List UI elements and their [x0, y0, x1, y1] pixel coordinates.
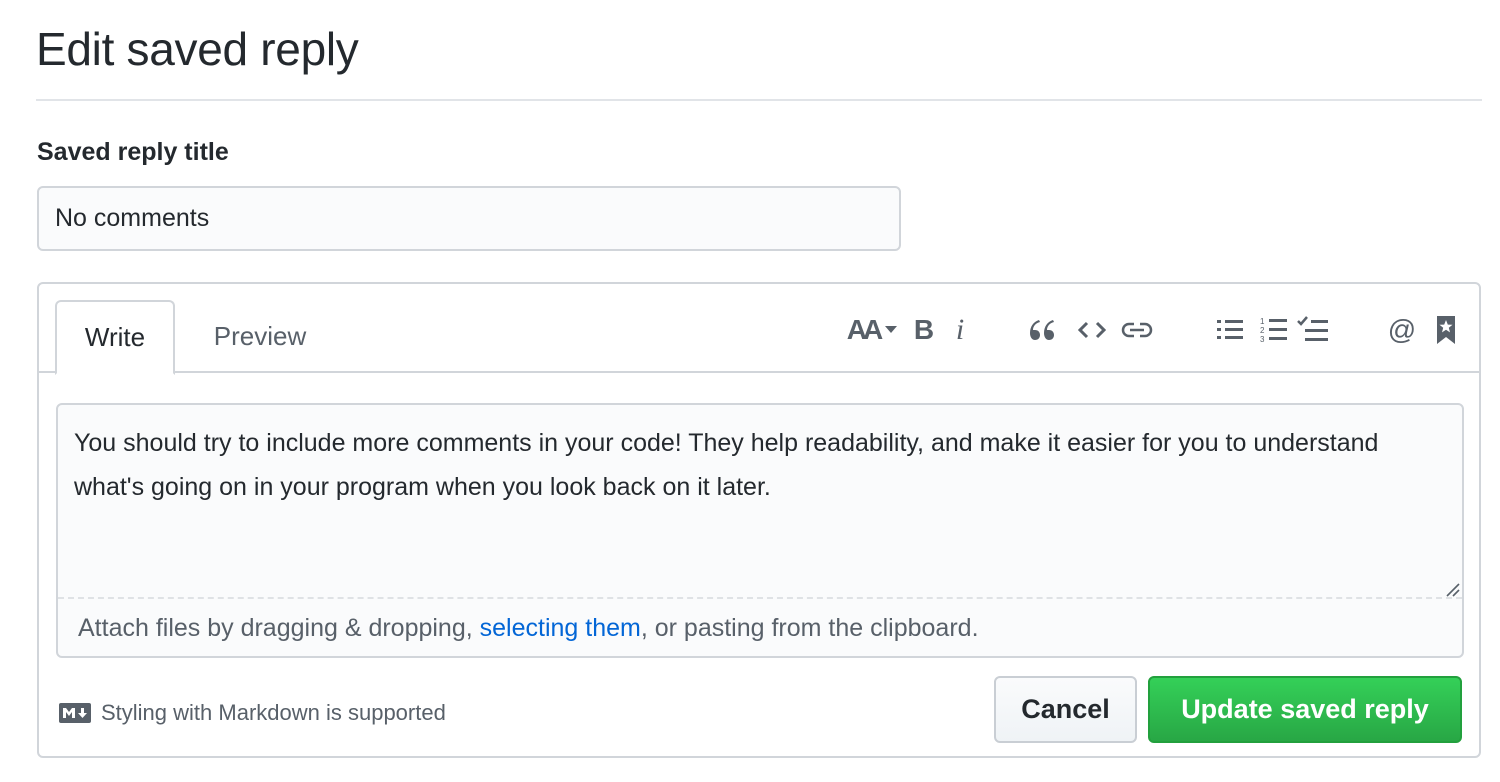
saved-reply-title-label: Saved reply title [37, 138, 229, 166]
unordered-list-icon[interactable] [1213, 310, 1247, 350]
cancel-button[interactable]: Cancel [994, 676, 1137, 743]
markdown-note[interactable]: Styling with Markdown is supported [59, 698, 446, 728]
resize-handle-icon[interactable] [1444, 581, 1460, 597]
ordered-list-icon[interactable]: 1 2 3 [1257, 310, 1291, 350]
link-icon[interactable] [1119, 310, 1155, 350]
tab-write[interactable]: Write [55, 300, 175, 375]
quote-icon[interactable] [1025, 310, 1059, 350]
ordered-list-glyph: 1 2 3 [1260, 317, 1287, 344]
unordered-list-glyph [1217, 320, 1243, 339]
attach-prefix: Attach files by dragging & dropping, [78, 614, 480, 642]
task-list-icon[interactable] [1295, 310, 1331, 350]
bookmark-glyph [1437, 316, 1455, 344]
page-title: Edit saved reply [36, 23, 359, 75]
task-list-glyph [1297, 316, 1328, 341]
saved-reply-title-input[interactable] [37, 186, 901, 251]
mention-glyph: @ [1387, 314, 1417, 345]
editor-body: You should try to include more comments … [56, 403, 1464, 658]
tab-preview[interactable]: Preview [195, 300, 325, 373]
select-files-link[interactable]: selecting them [480, 614, 641, 643]
editor-header: Write Preview AA B i 1 2 3 @ [39, 284, 1479, 375]
italic-glyph: i [955, 313, 965, 346]
quote-glyph [1030, 320, 1054, 340]
update-saved-reply-button[interactable]: Update saved reply [1148, 676, 1462, 743]
reply-body-textarea[interactable]: You should try to include more comments … [58, 405, 1462, 597]
title-divider [36, 99, 1482, 101]
italic-icon[interactable]: i [947, 310, 973, 350]
text-size-glyph: AA [846, 314, 884, 345]
comment-editor: Write Preview AA B i 1 2 3 @ You should … [37, 282, 1481, 758]
svg-text:2: 2 [1260, 326, 1265, 335]
attach-suffix: , or pasting from the clipboard. [640, 614, 979, 642]
link-glyph [1121, 322, 1153, 338]
mention-icon[interactable]: @ [1385, 310, 1419, 350]
bold-glyph: B [913, 314, 935, 345]
caret-down-icon [885, 326, 898, 333]
text-size-icon[interactable]: AA [843, 310, 901, 350]
code-icon[interactable] [1075, 310, 1109, 350]
markdown-icon [59, 703, 91, 723]
svg-text:1: 1 [1260, 317, 1265, 326]
bold-icon[interactable]: B [909, 310, 939, 350]
file-attach-bar[interactable]: Attach files by dragging & dropping, sel… [58, 597, 1462, 658]
svg-text:3: 3 [1260, 335, 1265, 344]
markdown-note-text: Styling with Markdown is supported [101, 700, 446, 725]
code-glyph [1078, 321, 1106, 339]
saved-reply-icon[interactable] [1429, 310, 1463, 350]
